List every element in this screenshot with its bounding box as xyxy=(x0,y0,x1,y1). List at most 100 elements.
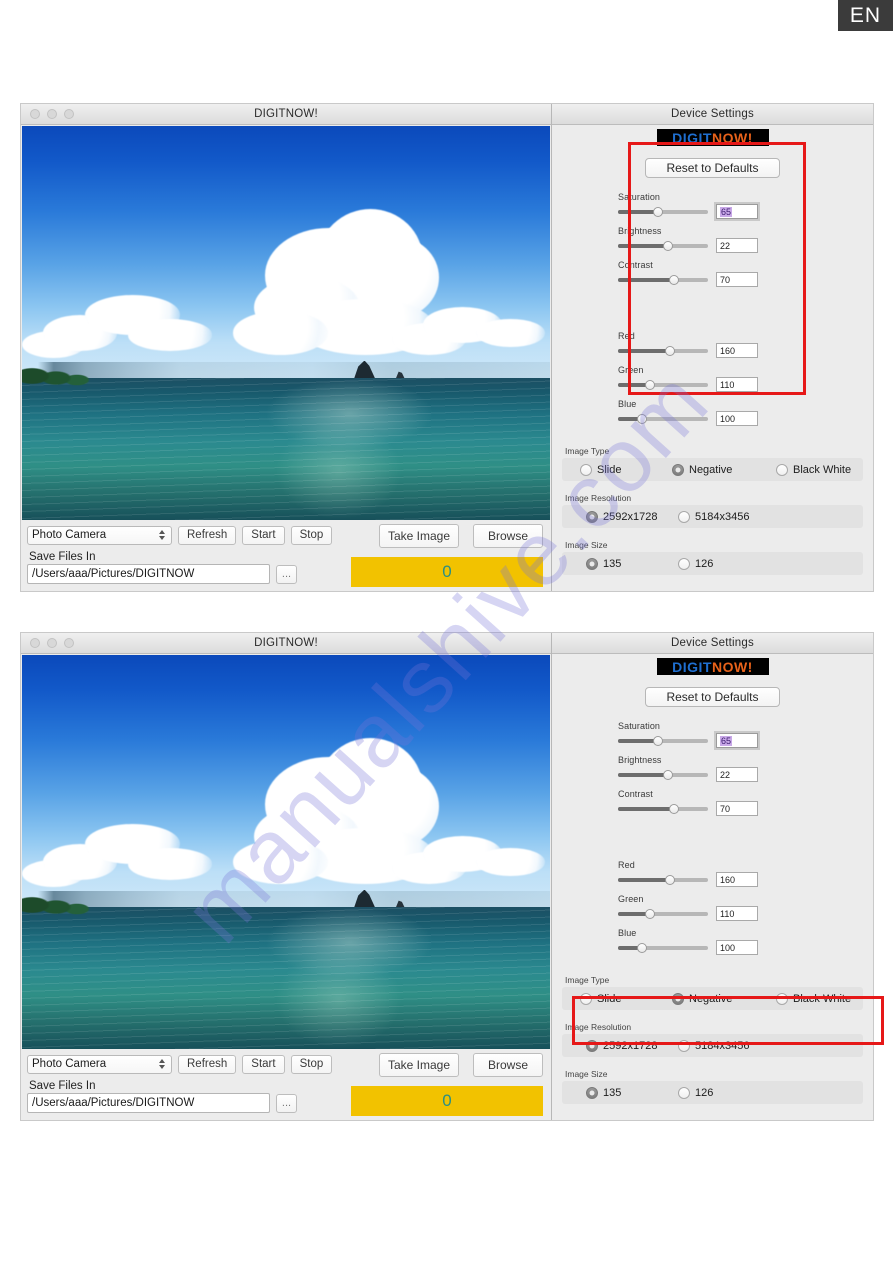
image-resolution-title: Image Resolution xyxy=(565,493,632,503)
save-path-input[interactable]: /Users/aaa/Pictures/DIGITNOW xyxy=(27,1093,270,1113)
reset-to-defaults-button[interactable]: Reset to Defaults xyxy=(645,158,780,178)
value-input-blue[interactable]: 100 xyxy=(716,411,758,426)
slider-knob-saturation[interactable] xyxy=(652,735,663,746)
slider-knob-green[interactable] xyxy=(645,908,656,919)
slider-red[interactable] xyxy=(618,345,708,356)
preview-pane-bottom: DIGITNOW! Photo Camera Refresh Start Sto… xyxy=(21,633,552,1120)
value-input-saturation[interactable]: 65 xyxy=(714,731,760,750)
bottom-toolbar-top: Photo Camera Refresh Start Stop Take Ima… xyxy=(21,520,551,591)
label-negative: Negative xyxy=(689,992,733,1005)
window-title: DIGITNOW! xyxy=(254,108,318,120)
slider-knob-brightness[interactable] xyxy=(663,769,674,780)
value-input-saturation[interactable]: 65 xyxy=(714,202,760,221)
device-select[interactable]: Photo Camera xyxy=(27,1054,172,1074)
slider-red[interactable] xyxy=(618,874,708,885)
radio-resolution-5184[interactable]: 5184x3456 xyxy=(678,510,749,523)
label-slide: Slide xyxy=(597,463,622,476)
value-input-contrast[interactable]: 70 xyxy=(716,272,758,287)
radio-size-135[interactable]: 135 xyxy=(586,557,678,570)
value-input-contrast[interactable]: 70 xyxy=(716,801,758,816)
value-red: 160 xyxy=(720,345,736,356)
image-type-title: Image Type xyxy=(565,446,610,456)
slider-knob-brightness[interactable] xyxy=(663,240,674,251)
radio-resolution-5184[interactable]: 5184x3456 xyxy=(678,1039,749,1052)
reset-to-defaults-button[interactable]: Reset to Defaults xyxy=(645,687,780,707)
slider-knob-saturation[interactable] xyxy=(652,206,663,217)
slider-knob-red[interactable] xyxy=(665,874,676,885)
slider-group-contrast: Contrast 70 xyxy=(618,789,818,816)
value-input-red[interactable]: 160 xyxy=(716,343,758,358)
radio-image-type-slide[interactable]: Slide xyxy=(580,463,672,476)
slider-blue[interactable] xyxy=(618,942,708,953)
slider-knob-blue[interactable] xyxy=(637,942,648,953)
browse-button[interactable]: Browse xyxy=(473,1053,543,1077)
take-image-button[interactable]: Take Image xyxy=(378,524,459,548)
capture-counter-value: 0 xyxy=(442,562,452,581)
refresh-button[interactable]: Refresh xyxy=(178,1054,237,1074)
slider-green[interactable] xyxy=(618,379,708,390)
radio-resolution-2592[interactable]: 2592x1728 xyxy=(586,510,678,523)
radio-image-type-slide[interactable]: Slide xyxy=(580,992,672,1005)
slider-knob-blue[interactable] xyxy=(637,413,648,424)
radio-icon-size-135 xyxy=(586,557,598,570)
value-input-brightness[interactable]: 22 xyxy=(716,238,758,253)
language-badge[interactable]: EN xyxy=(838,0,893,31)
slider-contrast[interactable] xyxy=(618,803,708,814)
slider-label-brightness: Brightness xyxy=(618,226,662,236)
image-resolution-group-top: Image Resolution 2592x1728 5184x3456 xyxy=(562,493,863,528)
slider-knob-red[interactable] xyxy=(665,345,676,356)
label-res-2592: 2592x1728 xyxy=(603,1039,658,1052)
value-input-red[interactable]: 160 xyxy=(716,872,758,887)
start-button[interactable]: Start xyxy=(242,1054,285,1074)
take-image-button[interactable]: Take Image xyxy=(378,1053,459,1077)
slider-brightness[interactable] xyxy=(618,240,708,251)
slider-label-brightness: Brightness xyxy=(618,755,662,765)
radio-resolution-2592[interactable]: 2592x1728 xyxy=(586,1039,678,1052)
save-path-input[interactable]: /Users/aaa/Pictures/DIGITNOW xyxy=(27,564,270,584)
value-brightness: 22 xyxy=(720,769,731,780)
label-size-126: 126 xyxy=(695,1086,714,1099)
slider-blue[interactable] xyxy=(618,413,708,424)
stop-button[interactable]: Stop xyxy=(290,525,333,545)
logo-part-digit: DIGIT xyxy=(672,129,712,146)
radio-image-type-black-white[interactable]: Black White xyxy=(776,992,851,1005)
radio-icon-res-2592 xyxy=(586,510,598,523)
radio-size-126[interactable]: 126 xyxy=(678,1086,714,1099)
radio-image-type-negative[interactable]: Negative xyxy=(672,992,776,1005)
slider-knob-contrast[interactable] xyxy=(668,274,679,285)
value-input-blue[interactable]: 100 xyxy=(716,940,758,955)
logo-part-now: NOW! xyxy=(711,658,753,675)
preview-photo xyxy=(22,655,550,1049)
value-input-green[interactable]: 110 xyxy=(716,377,758,392)
slider-green[interactable] xyxy=(618,908,708,919)
cloud-left-3 xyxy=(127,848,213,880)
device-select[interactable]: Photo Camera xyxy=(27,525,172,545)
value-input-green[interactable]: 110 xyxy=(716,906,758,921)
radio-size-135[interactable]: 135 xyxy=(586,1086,678,1099)
choose-folder-button[interactable]: ... xyxy=(276,564,297,584)
slider-knob-contrast[interactable] xyxy=(668,803,679,814)
slider-brightness[interactable] xyxy=(618,769,708,780)
logo-part-digit: DIGIT xyxy=(672,658,712,675)
radio-size-126[interactable]: 126 xyxy=(678,557,713,570)
slider-knob-green[interactable] xyxy=(645,379,656,390)
label-negative: Negative xyxy=(689,463,733,476)
stop-button[interactable]: Stop xyxy=(290,1054,333,1074)
window-titlebar-top[interactable]: DIGITNOW! xyxy=(21,104,551,125)
bottom-toolbar-bottom: Photo Camera Refresh Start Stop Take Ima… xyxy=(21,1049,551,1120)
value-input-brightness[interactable]: 22 xyxy=(716,767,758,782)
slider-saturation[interactable] xyxy=(618,735,708,746)
radio-icon-black-white xyxy=(776,992,788,1005)
radio-image-type-negative[interactable]: Negative xyxy=(672,463,776,476)
radio-image-type-black-white[interactable]: Black White xyxy=(776,463,851,476)
refresh-button[interactable]: Refresh xyxy=(178,525,237,545)
slider-contrast[interactable] xyxy=(618,274,708,285)
value-blue: 100 xyxy=(720,413,736,424)
slider-saturation[interactable] xyxy=(618,206,708,217)
browse-button[interactable]: Browse xyxy=(473,524,543,548)
image-size-title: Image Size xyxy=(565,540,608,550)
window-titlebar-bottom[interactable]: DIGITNOW! xyxy=(21,633,551,654)
start-button[interactable]: Start xyxy=(242,525,285,545)
choose-folder-button[interactable]: ... xyxy=(276,1093,297,1113)
image-type-title: Image Type xyxy=(565,975,610,985)
